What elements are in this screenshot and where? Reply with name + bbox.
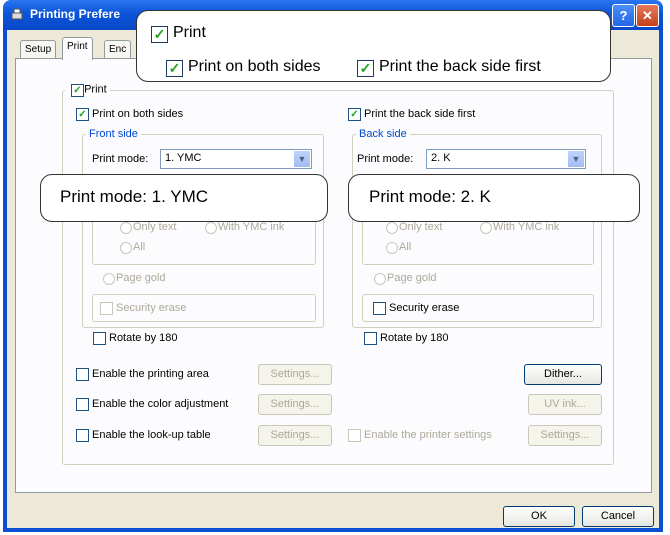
front-security-erase-label: Security erase bbox=[116, 302, 187, 314]
front-with-ymc-label: With YMC ink bbox=[218, 221, 285, 233]
front-rotate-checkbox[interactable] bbox=[93, 332, 106, 345]
back-page-gold-label: Page gold bbox=[387, 272, 437, 284]
close-button[interactable]: ✕ bbox=[636, 4, 659, 27]
zoom-back-mode-text: Print mode: 2. K bbox=[369, 187, 491, 206]
zoom-back-first-checkbox: ✓ bbox=[357, 60, 374, 77]
zoom-back-first-label: Print the back side first bbox=[379, 58, 541, 75]
front-print-mode-label: Print mode: bbox=[92, 153, 149, 165]
zoom-print-label: Print bbox=[173, 24, 206, 41]
zoom-both-sides-checkbox: ✓ bbox=[166, 60, 183, 77]
chevron-down-icon[interactable]: ▼ bbox=[294, 151, 310, 167]
lookup-table-checkbox[interactable] bbox=[76, 429, 89, 442]
front-rotate-label: Rotate by 180 bbox=[109, 332, 178, 344]
back-print-mode-label: Print mode: bbox=[357, 153, 414, 165]
back-all-radio[interactable] bbox=[386, 242, 398, 254]
back-rotate-checkbox[interactable] bbox=[364, 332, 377, 345]
back-all-label: All bbox=[399, 241, 412, 253]
front-page-gold-label: Page gold bbox=[116, 272, 166, 284]
zoom-front-mode-text: Print mode: 1. YMC bbox=[60, 187, 209, 206]
back-only-text-label: Only text bbox=[399, 221, 443, 233]
check-mark-icon: ✓ bbox=[73, 85, 82, 96]
front-print-mode-select[interactable]: 1. YMC ▼ bbox=[160, 149, 312, 169]
back-with-ymc-radio[interactable] bbox=[480, 222, 492, 234]
check-mark-icon: ✓ bbox=[78, 109, 87, 120]
front-only-text-radio[interactable] bbox=[120, 222, 132, 234]
back-page-gold-radio[interactable] bbox=[374, 273, 386, 285]
color-adjustment-checkbox[interactable] bbox=[76, 398, 89, 411]
back-side-title: Back side bbox=[356, 128, 410, 140]
check-mark-icon: ✓ bbox=[359, 60, 372, 76]
back-print-mode-value: 2. K bbox=[431, 152, 451, 164]
zoom-both-sides-label: Print on both sides bbox=[188, 58, 321, 75]
check-mark-icon: ✓ bbox=[350, 109, 359, 120]
front-with-ymc-radio[interactable] bbox=[205, 222, 217, 234]
lookup-table-label: Enable the look-up table bbox=[92, 429, 211, 441]
ok-button[interactable]: OK bbox=[503, 506, 575, 527]
front-only-text-label: Only text bbox=[133, 221, 177, 233]
check-mark-icon: ✓ bbox=[168, 60, 181, 76]
front-side-title: Front side bbox=[86, 128, 141, 140]
printing-area-checkbox[interactable] bbox=[76, 368, 89, 381]
back-print-mode-select[interactable]: 2. K ▼ bbox=[426, 149, 586, 169]
front-security-erase-checkbox[interactable] bbox=[100, 302, 113, 315]
front-all-label: All bbox=[133, 241, 146, 253]
printer-settings-checkbox[interactable] bbox=[348, 429, 361, 442]
lookup-table-settings-button[interactable]: Settings... bbox=[258, 425, 332, 446]
printer-icon bbox=[10, 8, 24, 22]
print-group-header: ✓ Print bbox=[65, 83, 110, 97]
color-adjustment-label: Enable the color adjustment bbox=[92, 398, 229, 410]
zoom-print-checkbox: ✓ bbox=[151, 26, 168, 43]
help-button[interactable]: ? bbox=[612, 4, 635, 27]
back-with-ymc-label: With YMC ink bbox=[493, 221, 560, 233]
print-checkbox[interactable]: ✓ bbox=[71, 84, 84, 97]
back-security-erase-checkbox[interactable] bbox=[373, 302, 386, 315]
print-both-sides-checkbox[interactable]: ✓ bbox=[76, 108, 89, 121]
print-back-first-label: Print the back side first bbox=[364, 108, 476, 120]
back-rotate-label: Rotate by 180 bbox=[380, 332, 449, 344]
cancel-button[interactable]: Cancel bbox=[582, 506, 654, 527]
check-mark-icon: ✓ bbox=[153, 26, 166, 42]
tab-print[interactable]: Print bbox=[62, 37, 93, 60]
front-all-radio[interactable] bbox=[120, 242, 132, 254]
printing-area-label: Enable the printing area bbox=[92, 368, 209, 380]
printing-area-settings-button[interactable]: Settings... bbox=[258, 364, 332, 385]
back-security-erase-label: Security erase bbox=[389, 302, 460, 314]
print-checkbox-label: Print bbox=[84, 83, 107, 96]
dither-button[interactable]: Dither... bbox=[524, 364, 602, 385]
print-back-first-checkbox[interactable]: ✓ bbox=[348, 108, 361, 121]
front-print-mode-value: 1. YMC bbox=[165, 152, 202, 164]
window-title: Printing Prefere bbox=[30, 7, 121, 21]
tab-enc[interactable]: Enc bbox=[104, 40, 132, 59]
print-both-sides-label: Print on both sides bbox=[92, 108, 184, 120]
color-adjustment-settings-button[interactable]: Settings... bbox=[258, 394, 332, 415]
chevron-down-icon[interactable]: ▼ bbox=[568, 151, 584, 167]
printer-settings-button[interactable]: Settings... bbox=[528, 425, 602, 446]
uv-ink-button[interactable]: UV ink... bbox=[528, 394, 602, 415]
back-only-text-radio[interactable] bbox=[386, 222, 398, 234]
printer-settings-label: Enable the printer settings bbox=[364, 429, 492, 441]
tab-setup[interactable]: Setup bbox=[20, 40, 57, 59]
front-page-gold-radio[interactable] bbox=[103, 273, 115, 285]
